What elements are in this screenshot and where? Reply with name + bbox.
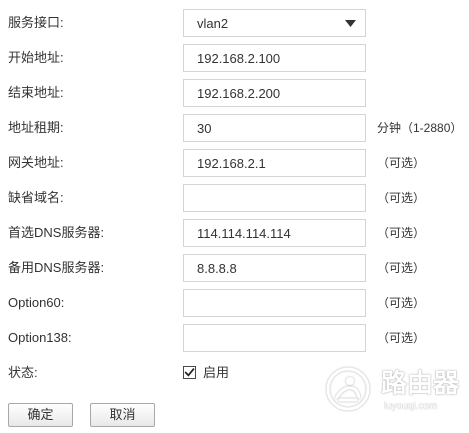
enable-checkbox[interactable] [183,366,196,379]
secondary-dns-input[interactable] [183,254,366,282]
option138-label: Option138: [8,330,72,345]
lease-time-label: 地址租期: [8,120,64,135]
row-secondary-dns: 备用DNS服务器: （可选） [0,254,469,282]
row-start-address: 开始地址: [0,44,469,72]
row-primary-dns: 首选DNS服务器: （可选） [0,219,469,247]
lease-time-suffix: 分钟（1-2880） [377,121,463,135]
row-gateway: 网关地址: （可选） [0,149,469,177]
enable-checkbox-label[interactable]: 启用 [203,359,229,387]
end-address-label: 结束地址: [8,85,64,100]
start-address-input[interactable] [183,44,366,72]
option138-input[interactable] [183,324,366,352]
gateway-optional-hint: （可选） [377,156,426,170]
gateway-label: 网关地址: [8,155,64,170]
check-icon [184,368,195,377]
option60-input[interactable] [183,289,366,317]
status-label: 状态: [8,365,38,380]
primary-dns-label: 首选DNS服务器: [8,225,105,240]
default-domain-input[interactable] [183,184,366,212]
cancel-button[interactable]: 取消 [90,403,155,427]
row-option60: Option60: （可选） [0,289,469,317]
gateway-input[interactable] [183,149,366,177]
default-domain-optional-hint: （可选） [377,191,426,205]
row-default-domain: 缺省域名: （可选） [0,184,469,212]
secondary-dns-optional-hint: （可选） [377,261,426,275]
option138-optional-hint: （可选） [377,331,426,345]
end-address-input[interactable] [183,79,366,107]
dropdown-triangle-icon [345,19,356,27]
row-end-address: 结束地址: [0,79,469,107]
start-address-label: 开始地址: [8,50,64,65]
option60-optional-hint: （可选） [377,296,426,310]
service-interface-value: vlan2 [197,15,229,31]
primary-dns-optional-hint: （可选） [377,226,426,240]
service-interface-select[interactable]: vlan2 [183,9,366,37]
service-interface-label: 服务接口: [8,15,64,30]
row-option138: Option138: （可选） [0,324,469,352]
primary-dns-input[interactable] [183,219,366,247]
row-service-interface: 服务接口: vlan2 [0,9,469,37]
option60-label: Option60: [8,295,65,310]
row-status: 状态: 启用 [0,359,469,387]
secondary-dns-label: 备用DNS服务器: [8,260,105,275]
default-domain-label: 缺省域名: [8,190,64,205]
watermark-domain-text: luyouqi.com [384,401,438,412]
row-lease-time: 地址租期: 分钟（1-2880） [0,114,469,142]
confirm-button[interactable]: 确定 [8,403,73,427]
lease-time-input[interactable] [183,114,366,142]
